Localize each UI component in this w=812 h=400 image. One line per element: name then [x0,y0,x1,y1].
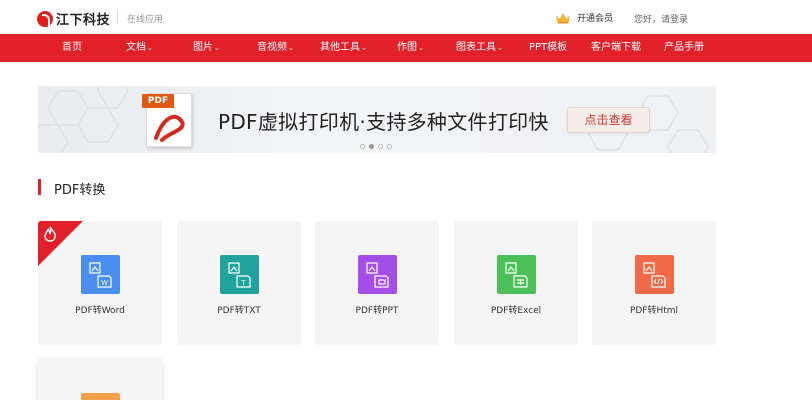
nav-item-audio-video[interactable]: 音视频⌄ [257,34,294,62]
vip-link[interactable]: 开通会员 [555,11,613,24]
nav-item-chart-tools[interactable]: 图表工具⌄ [456,34,503,62]
section-title: PDF转换 [54,183,106,198]
card-pdf-to-excel[interactable]: PDF转Excel [454,221,578,345]
vip-label: 开通会员 [577,14,614,24]
chevron-down-icon: ⌄ [288,44,294,52]
nav-item-label: 文档 [126,42,146,53]
carousel-dot[interactable] [387,144,392,149]
logo-subtitle: 在线应用 [127,15,164,25]
login-link[interactable]: 您好，请登录 [634,12,688,25]
view-details-button[interactable]: 点击查看 [567,107,650,133]
logo[interactable]: 江下科技 [37,9,110,28]
html-file-icon [635,255,674,294]
logo-divider [117,11,118,24]
top-header: 江下科技 在线应用 开通会员 您好，请登录 [0,0,812,34]
nav-item-documents[interactable]: 文档⌄ [126,34,153,62]
nav-item-client-download[interactable]: 客户端下载 [591,34,641,62]
chevron-down-icon: ⌄ [361,44,367,52]
nav-item-home[interactable]: 首页 [62,34,82,62]
nav-item-images[interactable]: 图片⌄ [193,34,220,62]
txt-file-icon: T [220,255,259,294]
word-file-icon: W [81,255,120,294]
card-label: PDF转Word [75,306,125,316]
nav-item-label: 其他工具 [320,42,360,53]
nav-item-other-tools[interactable]: 其他工具⌄ [320,34,367,62]
promo-banner[interactable]: PDF PDF虚拟打印机·支持多种文件打印快 点击查看 [38,86,716,153]
nav-item-label: 作图 [397,42,417,53]
section-accent-bar [38,179,41,195]
carousel-dot[interactable] [378,144,383,149]
chevron-down-icon: ⌄ [147,44,153,52]
ppt-file-icon [358,255,397,294]
nav-item-product-manual[interactable]: 产品手册 [664,34,704,62]
card-pdf-to-word[interactable]: W PDF转Word [38,221,162,345]
logo-text: 江下科技 [56,13,111,28]
nav-item-label: 音视频 [257,42,287,53]
nav-item-ppt-templates[interactable]: PPT模板 [529,34,567,62]
nav-item-label: 图表工具 [456,42,496,53]
card-label: PDF转Html [629,306,679,316]
nav-item-label: 产品手册 [664,42,704,53]
main-nav: 首页 文档⌄ 图片⌄ 音视频⌄ 其他工具⌄ 作图⌄ 图表工具⌄ PPT模板 客户… [0,34,812,62]
card-label: PDF转Excel [490,306,542,316]
card-pdf-to-ppt[interactable]: PDF转PPT [315,221,439,345]
card-pdf-to-txt[interactable]: T PDF转TXT [177,221,301,345]
chevron-down-icon: ⌄ [497,44,503,52]
carousel-dots [360,144,392,149]
svg-text:T: T [241,280,246,287]
banner-title: PDF虚拟打印机·支持多种文件打印快 [218,110,549,134]
card-label: PDF转TXT [217,306,261,316]
pdf-tag: PDF [142,94,174,108]
card-pdf-to-html[interactable]: PDF转Html [592,221,716,345]
card-label: PDF转PPT [355,306,399,316]
nav-item-label: 图片 [193,42,213,53]
logo-mark-icon [37,10,53,27]
pdf-swirl-icon [154,114,185,142]
nav-item-label: PPT模板 [529,42,568,53]
flame-icon [44,226,56,242]
svg-text:W: W [101,280,108,287]
crown-icon [555,12,571,24]
file-icon [81,393,120,400]
nav-item-label: 客户端下载 [591,42,641,53]
excel-file-icon [497,255,536,294]
card-partial[interactable] [38,359,162,400]
nav-item-drawing[interactable]: 作图⌄ [397,34,424,62]
chevron-down-icon: ⌄ [214,44,220,52]
nav-item-label: 首页 [62,42,82,53]
carousel-dot-active[interactable] [369,144,374,149]
chevron-down-icon: ⌄ [418,44,424,52]
carousel-dot[interactable] [360,144,365,149]
